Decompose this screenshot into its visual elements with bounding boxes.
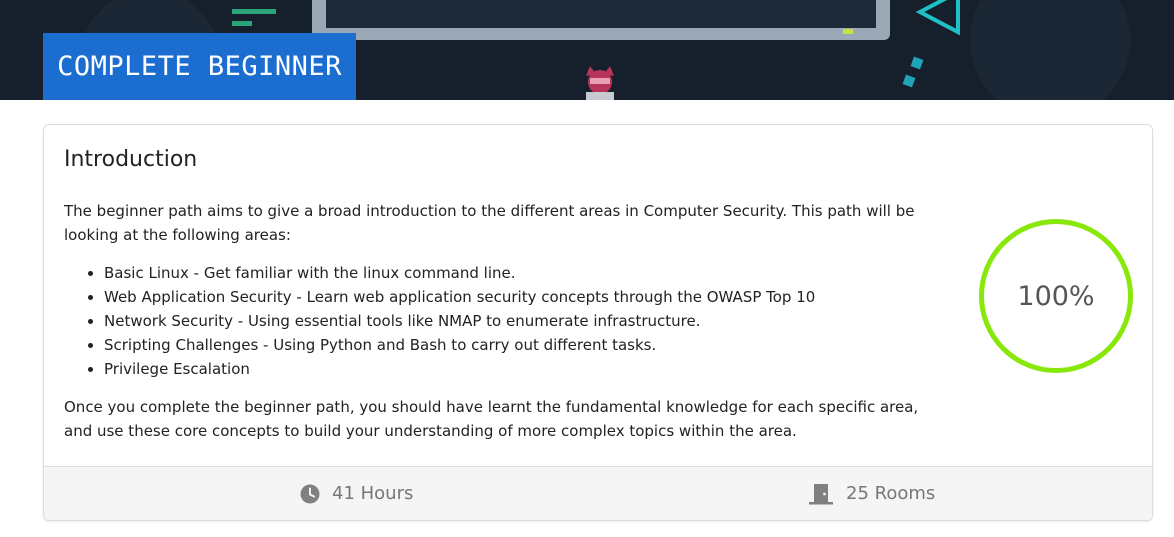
list-item: Basic Linux - Get familiar with the linu… bbox=[104, 261, 944, 285]
path-title-badge: COMPLETE BEGINNER bbox=[43, 33, 356, 100]
card-title: Introduction bbox=[64, 147, 198, 172]
path-hero-banner: COMPLETE BEGINNER bbox=[0, 0, 1174, 100]
rooms-stat: 25 Rooms bbox=[808, 467, 935, 520]
card-footer: 41 Hours 25 Rooms bbox=[44, 466, 1152, 520]
card-description: The beginner path aims to give a broad i… bbox=[64, 199, 944, 443]
list-item: Scripting Challenges - Using Python and … bbox=[104, 333, 944, 357]
list-item: Privilege Escalation bbox=[104, 357, 944, 381]
clock-icon bbox=[300, 484, 320, 504]
intro-paragraph: The beginner path aims to give a broad i… bbox=[64, 202, 915, 244]
outro-paragraph: Once you complete the beginner path, you… bbox=[64, 398, 919, 440]
areas-list: Basic Linux - Get familiar with the linu… bbox=[64, 261, 944, 381]
introduction-card: Introduction The beginner path aims to g… bbox=[43, 124, 1153, 521]
list-item: Network Security - Using essential tools… bbox=[104, 309, 944, 333]
hours-label: 41 Hours bbox=[332, 483, 414, 504]
hours-stat: 41 Hours bbox=[300, 467, 413, 520]
progress-ring: 100% bbox=[979, 219, 1133, 373]
progress-percentage: 100% bbox=[1017, 280, 1095, 312]
door-icon bbox=[808, 483, 834, 505]
list-item: Web Application Security - Learn web app… bbox=[104, 285, 944, 309]
rooms-label: 25 Rooms bbox=[846, 483, 936, 504]
